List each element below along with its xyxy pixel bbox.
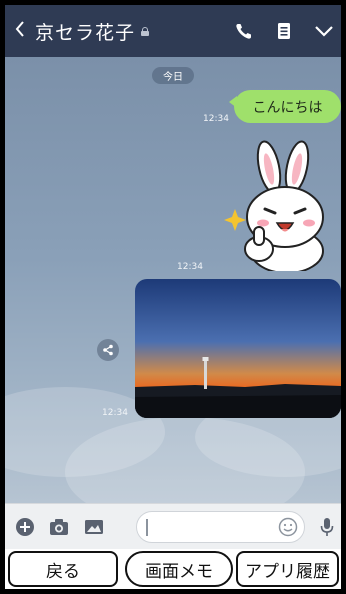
photo-message[interactable] — [135, 279, 341, 418]
message-input[interactable] — [136, 511, 305, 543]
message-time: 12:34 — [177, 262, 203, 272]
back-nav-button[interactable]: 戻る — [8, 551, 118, 587]
lock-icon — [141, 26, 150, 36]
chevron-down-icon[interactable] — [313, 20, 335, 42]
chevron-left-icon — [14, 19, 26, 44]
app-history-button[interactable]: アプリ履歴 — [236, 551, 339, 587]
input-bar — [5, 503, 341, 549]
phone-icon[interactable] — [233, 20, 255, 42]
camera-icon[interactable] — [49, 517, 69, 537]
back-button[interactable] — [5, 5, 35, 57]
microphone-icon[interactable] — [317, 517, 337, 537]
message-time: 12:34 — [203, 114, 229, 124]
system-nav-bar: 戻る 画面メモ アプリ履歴 — [5, 549, 341, 589]
message-text: こんにちは — [252, 99, 323, 116]
contact-name[interactable]: 京セラ花子 — [35, 18, 135, 45]
screen-memo-button[interactable]: 画面メモ — [125, 551, 233, 587]
add-icon[interactable] — [15, 517, 35, 537]
chat-screen: 京セラ花子 今日 12:34 こんにちは 12:34 12:34 戻る 画面メモ… — [5, 5, 341, 589]
message-time: 12:34 — [102, 408, 128, 418]
image-icon[interactable] — [84, 517, 104, 537]
date-label: 今日 — [152, 67, 194, 84]
emoji-icon[interactable] — [278, 517, 298, 541]
message-list[interactable]: 今日 12:34 こんにちは 12:34 12:34 — [5, 57, 341, 527]
sticker[interactable] — [223, 139, 335, 274]
share-icon — [102, 341, 114, 360]
text-cursor — [146, 519, 148, 536]
menu-icon[interactable] — [273, 20, 295, 42]
message-bubble[interactable]: こんにちは — [229, 90, 341, 123]
chat-header: 京セラ花子 — [5, 5, 341, 57]
share-button[interactable] — [97, 339, 119, 361]
